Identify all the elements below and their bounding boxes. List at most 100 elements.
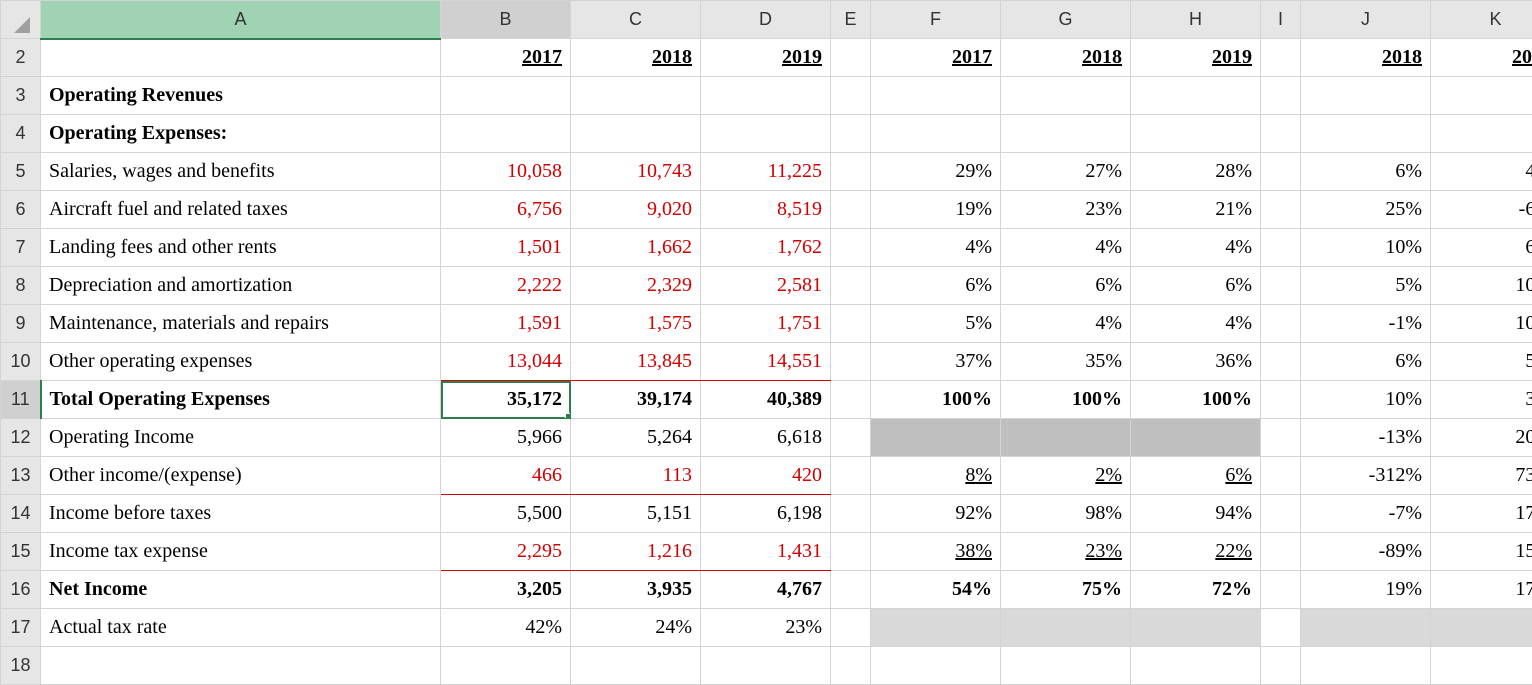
cell-B17[interactable]: 42% (441, 609, 571, 647)
cell-H12[interactable] (1131, 419, 1261, 457)
cell-G11[interactable]: 100% (1001, 381, 1131, 419)
cell-H16[interactable]: 72% (1131, 571, 1261, 609)
cell-K5[interactable]: 4% (1431, 153, 1532, 191)
cell-D10[interactable]: 14,551 (701, 343, 831, 381)
cell-E13[interactable] (831, 457, 871, 495)
cell-F18[interactable] (871, 647, 1001, 685)
cell-H9[interactable]: 4% (1131, 305, 1261, 343)
cell-F6[interactable]: 19% (871, 191, 1001, 229)
cell-G9[interactable]: 4% (1001, 305, 1131, 343)
cell-H2[interactable]: 2019 (1131, 39, 1261, 77)
cell-E16[interactable] (831, 571, 871, 609)
cell-A6[interactable]: Aircraft fuel and related taxes (41, 191, 441, 229)
cell-J9[interactable]: -1% (1301, 305, 1431, 343)
cell-D17[interactable]: 23% (701, 609, 831, 647)
row-header-2[interactable]: 2 (1, 39, 41, 77)
cell-H5[interactable]: 28% (1131, 153, 1261, 191)
col-header-D[interactable]: D (701, 1, 831, 39)
cell-H17[interactable] (1131, 609, 1261, 647)
row-header-16[interactable]: 16 (1, 571, 41, 609)
cell-C14[interactable]: 5,151 (571, 495, 701, 533)
row-header-13[interactable]: 13 (1, 457, 41, 495)
row-header-14[interactable]: 14 (1, 495, 41, 533)
cell-H13[interactable]: 6% (1131, 457, 1261, 495)
cell-G5[interactable]: 27% (1001, 153, 1131, 191)
cell-I14[interactable] (1261, 495, 1301, 533)
cell-G14[interactable]: 98% (1001, 495, 1131, 533)
cell-I17[interactable] (1261, 609, 1301, 647)
cell-B16[interactable]: 3,205 (441, 571, 571, 609)
row-header-10[interactable]: 10 (1, 343, 41, 381)
cell-K9[interactable]: 10% (1431, 305, 1532, 343)
cell-G4[interactable] (1001, 115, 1131, 153)
cell-D14[interactable]: 6,198 (701, 495, 831, 533)
row-header-9[interactable]: 9 (1, 305, 41, 343)
cell-A9[interactable]: Maintenance, materials and repairs (41, 305, 441, 343)
cell-D13[interactable]: 420 (701, 457, 831, 495)
cell-A14[interactable]: Income before taxes (41, 495, 441, 533)
row-header-17[interactable]: 17 (1, 609, 41, 647)
cell-J3[interactable] (1301, 77, 1431, 115)
cell-C6[interactable]: 9,020 (571, 191, 701, 229)
row-header-11[interactable]: 11 (1, 381, 41, 419)
cell-B2[interactable]: 2017 (441, 39, 571, 77)
cell-F14[interactable]: 92% (871, 495, 1001, 533)
row-header-7[interactable]: 7 (1, 229, 41, 267)
col-header-F[interactable]: F (871, 1, 1001, 39)
cell-A18[interactable] (41, 647, 441, 685)
cell-A7[interactable]: Landing fees and other rents (41, 229, 441, 267)
cell-A10[interactable]: Other operating expenses (41, 343, 441, 381)
cell-H7[interactable]: 4% (1131, 229, 1261, 267)
cell-F17[interactable] (871, 609, 1001, 647)
cell-B3[interactable] (441, 77, 571, 115)
cell-J14[interactable]: -7% (1301, 495, 1431, 533)
row-header-12[interactable]: 12 (1, 419, 41, 457)
cell-H8[interactable]: 6% (1131, 267, 1261, 305)
cell-D7[interactable]: 1,762 (701, 229, 831, 267)
cell-B12[interactable]: 5,966 (441, 419, 571, 457)
cell-H6[interactable]: 21% (1131, 191, 1261, 229)
cell-H4[interactable] (1131, 115, 1261, 153)
cell-F2[interactable]: 2017 (871, 39, 1001, 77)
cell-C10[interactable]: 13,845 (571, 343, 701, 381)
cell-E8[interactable] (831, 267, 871, 305)
cell-I10[interactable] (1261, 343, 1301, 381)
cell-E10[interactable] (831, 343, 871, 381)
cell-A16[interactable]: Net Income (41, 571, 441, 609)
cell-K8[interactable]: 10% (1431, 267, 1532, 305)
cell-J10[interactable]: 6% (1301, 343, 1431, 381)
cell-K16[interactable]: 17% (1431, 571, 1532, 609)
col-header-I[interactable]: I (1261, 1, 1301, 39)
cell-K2[interactable]: 2019 (1431, 39, 1532, 77)
cell-I8[interactable] (1261, 267, 1301, 305)
cell-G17[interactable] (1001, 609, 1131, 647)
col-header-E[interactable]: E (831, 1, 871, 39)
cell-E9[interactable] (831, 305, 871, 343)
cell-J7[interactable]: 10% (1301, 229, 1431, 267)
cell-B7[interactable]: 1,501 (441, 229, 571, 267)
cell-C9[interactable]: 1,575 (571, 305, 701, 343)
cell-B15[interactable]: 2,295 (441, 533, 571, 571)
cell-G2[interactable]: 2018 (1001, 39, 1131, 77)
cell-H11[interactable]: 100% (1131, 381, 1261, 419)
cell-E3[interactable] (831, 77, 871, 115)
cell-A11[interactable]: Total Operating Expenses (41, 381, 441, 419)
cell-B8[interactable]: 2,222 (441, 267, 571, 305)
cell-D15[interactable]: 1,431 (701, 533, 831, 571)
cell-E14[interactable] (831, 495, 871, 533)
cell-C2[interactable]: 2018 (571, 39, 701, 77)
cell-I6[interactable] (1261, 191, 1301, 229)
cell-J11[interactable]: 10% (1301, 381, 1431, 419)
cell-C4[interactable] (571, 115, 701, 153)
cell-C11[interactable]: 39,174 (571, 381, 701, 419)
cell-F12[interactable] (871, 419, 1001, 457)
cell-F15[interactable]: 38% (871, 533, 1001, 571)
cell-A15[interactable]: Income tax expense (41, 533, 441, 571)
cell-A8[interactable]: Depreciation and amortization (41, 267, 441, 305)
cell-C8[interactable]: 2,329 (571, 267, 701, 305)
cell-J6[interactable]: 25% (1301, 191, 1431, 229)
cell-J17[interactable] (1301, 609, 1431, 647)
cell-E7[interactable] (831, 229, 871, 267)
row-header-15[interactable]: 15 (1, 533, 41, 571)
cell-B6[interactable]: 6,756 (441, 191, 571, 229)
